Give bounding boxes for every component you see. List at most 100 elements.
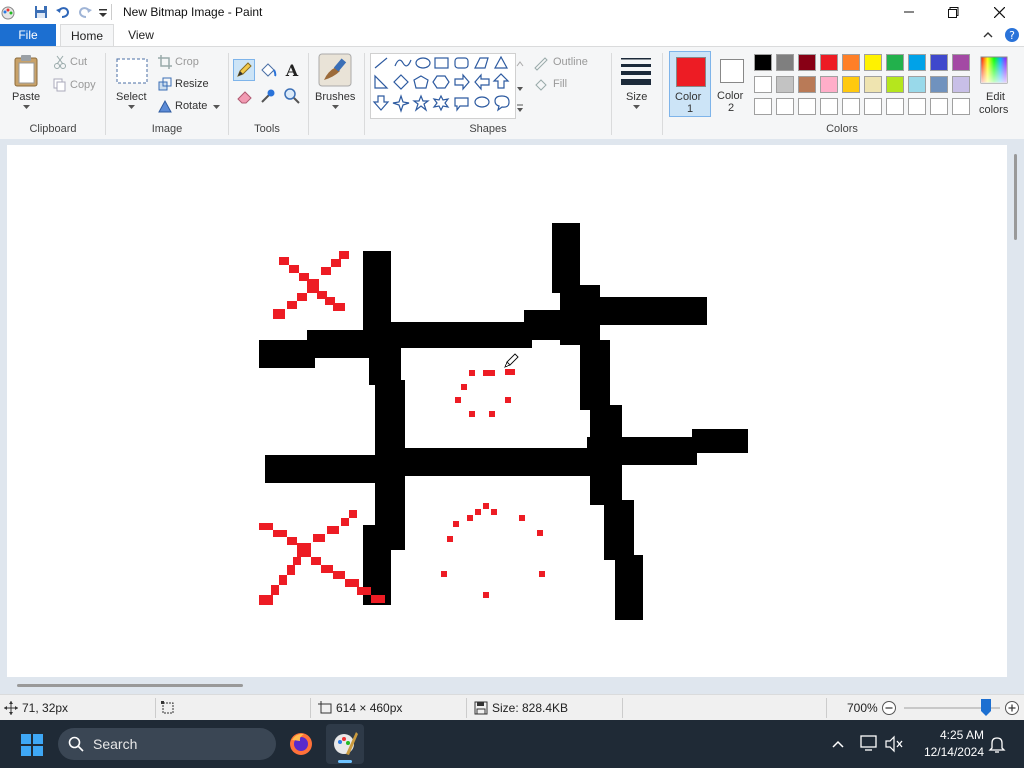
minimize-ribbon-icon[interactable] [979,26,997,44]
palette-swatch[interactable] [908,98,926,115]
rotate-icon [158,99,172,113]
palette-swatch[interactable] [776,98,794,115]
color2-button[interactable]: Color 2 [713,51,751,117]
palette-swatch[interactable] [842,54,860,71]
palette-swatch[interactable] [930,54,948,71]
color-picker-icon[interactable] [258,86,278,106]
select-icon[interactable] [116,57,148,85]
canvas-workspace[interactable] [0,139,1024,694]
start-button[interactable] [20,733,44,757]
palette-swatch[interactable] [798,98,816,115]
notification-bell-icon[interactable] [988,735,1006,753]
palette-swatch[interactable] [886,54,904,71]
zoom-slider-thumb[interactable] [980,699,991,716]
brushes-dropdown-icon[interactable] [331,104,339,110]
palette-swatch[interactable] [952,54,970,71]
paste-button[interactable]: Paste [12,91,40,103]
tab-home[interactable]: Home [60,24,114,46]
size-button[interactable]: Size [626,91,647,103]
drawing-canvas[interactable] [7,145,1007,677]
shapes-scroll[interactable] [514,53,526,117]
fill-button[interactable]: Fill [553,78,567,90]
palette-swatch[interactable] [908,76,926,93]
group-separator [364,53,365,135]
undo-icon[interactable] [55,4,71,20]
edit-colors-label-2[interactable]: colors [979,104,1008,116]
edit-colors-icon[interactable] [979,55,1009,85]
palette-swatch[interactable] [864,98,882,115]
palette-swatch[interactable] [798,54,816,71]
taskbar-search[interactable]: Search [58,728,276,760]
shapes-gallery[interactable] [370,53,516,119]
volume-muted-icon[interactable] [884,735,904,753]
resize-button[interactable]: Resize [175,78,209,90]
palette-swatch[interactable] [952,98,970,115]
magnifier-icon[interactable] [282,86,302,106]
palette-swatch[interactable] [754,76,772,93]
fill-bucket-icon[interactable] [258,60,278,80]
paste-dropdown-icon[interactable] [22,104,30,110]
palette-swatch[interactable] [908,54,926,71]
size-icon[interactable] [619,53,653,89]
select-button[interactable]: Select [116,91,147,103]
tic-tac-toe-grid [259,223,748,620]
color1-button[interactable]: Color 1 [669,51,711,117]
size-dropdown-icon[interactable] [632,104,640,110]
palette-swatch[interactable] [864,76,882,93]
palette-swatch[interactable] [952,76,970,93]
rotate-button[interactable]: Rotate [175,100,207,112]
cut-button[interactable]: Cut [70,56,87,68]
maximize-button[interactable] [930,0,976,24]
up-arrow-shape-icon [492,73,510,89]
tab-view[interactable]: View [116,24,166,46]
minimize-button[interactable] [886,0,932,24]
triangle-shape-icon [493,55,509,69]
brushes-button[interactable]: Brushes [315,91,355,103]
pencil-tool-icon[interactable] [233,59,255,81]
color-palette [754,54,974,118]
palette-swatch[interactable] [820,98,838,115]
zoom-out-button[interactable] [881,700,897,716]
outline-button[interactable]: Outline [553,56,588,68]
firefox-icon[interactable] [288,731,314,757]
eraser-icon[interactable] [235,86,255,106]
palette-swatch[interactable] [842,98,860,115]
palette-swatch[interactable] [864,54,882,71]
paint-taskbar-button[interactable] [326,724,364,764]
display-icon[interactable] [860,735,880,753]
redo-icon[interactable] [77,4,93,20]
palette-swatch[interactable] [754,98,772,115]
palette-swatch[interactable] [886,98,904,115]
palette-swatch[interactable] [754,54,772,71]
copy-button[interactable]: Copy [70,79,96,91]
clock-time[interactable]: 4:25 AM [926,728,984,742]
search-icon [68,736,84,752]
palette-swatch[interactable] [776,76,794,93]
clock-date[interactable]: 12/14/2024 [912,745,984,759]
save-icon[interactable] [33,4,49,20]
palette-swatch[interactable] [930,98,948,115]
vertical-scrollbar[interactable] [1014,154,1017,240]
palette-swatch[interactable] [820,76,838,93]
horizontal-scrollbar[interactable] [17,684,243,687]
text-tool-icon[interactable]: A [282,60,302,80]
zoom-in-button[interactable] [1004,700,1020,716]
hexagon-shape-icon [432,75,450,89]
palette-swatch[interactable] [886,76,904,93]
edit-colors-label-1[interactable]: Edit [986,91,1005,103]
palette-swatch[interactable] [930,76,948,93]
palette-swatch[interactable] [798,76,816,93]
help-icon[interactable]: ? [1003,26,1021,44]
close-button[interactable] [976,0,1022,24]
paste-icon[interactable] [11,53,43,89]
palette-swatch[interactable] [820,54,838,71]
tab-file[interactable]: File [0,24,56,46]
select-dropdown-icon[interactable] [127,104,135,110]
palette-swatch[interactable] [842,76,860,93]
crop-button[interactable]: Crop [175,56,199,68]
show-hidden-icons-button[interactable] [830,737,846,751]
color1-label: Color [675,91,702,103]
palette-swatch[interactable] [776,54,794,71]
rotate-dropdown-icon[interactable] [212,104,220,110]
brushes-icon[interactable] [318,53,352,87]
